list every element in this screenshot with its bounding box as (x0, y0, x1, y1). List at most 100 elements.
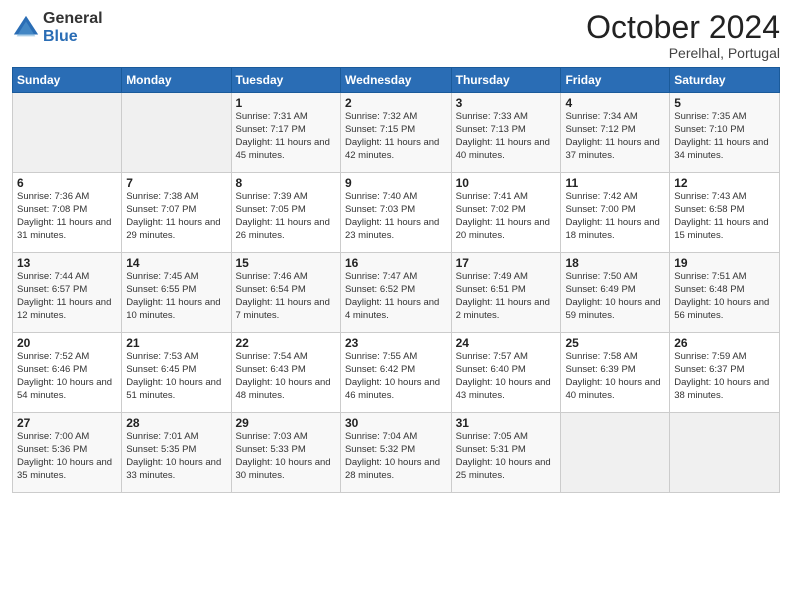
day-info: Sunrise: 7:31 AM Sunset: 7:17 PM Dayligh… (236, 111, 336, 162)
day-number: 29 (236, 416, 336, 430)
logo-blue: Blue (43, 28, 103, 46)
calendar-week-2: 6Sunrise: 7:36 AM Sunset: 7:08 PM Daylig… (13, 173, 780, 253)
day-number: 23 (345, 336, 447, 350)
day-info: Sunrise: 7:58 AM Sunset: 6:39 PM Dayligh… (565, 351, 665, 402)
calendar-week-4: 20Sunrise: 7:52 AM Sunset: 6:46 PM Dayli… (13, 333, 780, 413)
day-info: Sunrise: 7:35 AM Sunset: 7:10 PM Dayligh… (674, 111, 775, 162)
day-number: 25 (565, 336, 665, 350)
calendar-cell: 29Sunrise: 7:03 AM Sunset: 5:33 PM Dayli… (231, 413, 340, 493)
day-number: 19 (674, 256, 775, 270)
calendar-cell: 2Sunrise: 7:32 AM Sunset: 7:15 PM Daylig… (340, 93, 451, 173)
calendar-cell: 23Sunrise: 7:55 AM Sunset: 6:42 PM Dayli… (340, 333, 451, 413)
day-info: Sunrise: 7:39 AM Sunset: 7:05 PM Dayligh… (236, 191, 336, 242)
day-number: 28 (126, 416, 226, 430)
calendar-week-5: 27Sunrise: 7:00 AM Sunset: 5:36 PM Dayli… (13, 413, 780, 493)
day-number: 1 (236, 96, 336, 110)
day-info: Sunrise: 7:54 AM Sunset: 6:43 PM Dayligh… (236, 351, 336, 402)
day-info: Sunrise: 7:50 AM Sunset: 6:49 PM Dayligh… (565, 271, 665, 322)
calendar-cell (670, 413, 780, 493)
logo-general: General (43, 10, 103, 28)
day-number: 15 (236, 256, 336, 270)
day-info: Sunrise: 7:52 AM Sunset: 6:46 PM Dayligh… (17, 351, 117, 402)
day-number: 14 (126, 256, 226, 270)
calendar-header-row: Sunday Monday Tuesday Wednesday Thursday… (13, 68, 780, 93)
calendar-cell: 19Sunrise: 7:51 AM Sunset: 6:48 PM Dayli… (670, 253, 780, 333)
col-thursday: Thursday (451, 68, 561, 93)
day-number: 22 (236, 336, 336, 350)
day-number: 18 (565, 256, 665, 270)
day-info: Sunrise: 7:05 AM Sunset: 5:31 PM Dayligh… (456, 431, 557, 482)
calendar-cell: 13Sunrise: 7:44 AM Sunset: 6:57 PM Dayli… (13, 253, 122, 333)
day-info: Sunrise: 7:51 AM Sunset: 6:48 PM Dayligh… (674, 271, 775, 322)
day-info: Sunrise: 7:43 AM Sunset: 6:58 PM Dayligh… (674, 191, 775, 242)
day-info: Sunrise: 7:40 AM Sunset: 7:03 PM Dayligh… (345, 191, 447, 242)
calendar-cell: 3Sunrise: 7:33 AM Sunset: 7:13 PM Daylig… (451, 93, 561, 173)
calendar-week-1: 1Sunrise: 7:31 AM Sunset: 7:17 PM Daylig… (13, 93, 780, 173)
day-number: 12 (674, 176, 775, 190)
day-number: 26 (674, 336, 775, 350)
col-wednesday: Wednesday (340, 68, 451, 93)
calendar-cell: 14Sunrise: 7:45 AM Sunset: 6:55 PM Dayli… (122, 253, 231, 333)
logo: General Blue (12, 10, 103, 45)
calendar-cell: 18Sunrise: 7:50 AM Sunset: 6:49 PM Dayli… (561, 253, 670, 333)
day-number: 8 (236, 176, 336, 190)
calendar-cell: 12Sunrise: 7:43 AM Sunset: 6:58 PM Dayli… (670, 173, 780, 253)
col-friday: Friday (561, 68, 670, 93)
calendar-cell (122, 93, 231, 173)
col-sunday: Sunday (13, 68, 122, 93)
calendar-cell: 5Sunrise: 7:35 AM Sunset: 7:10 PM Daylig… (670, 93, 780, 173)
location: Perelhal, Portugal (586, 45, 780, 61)
day-info: Sunrise: 7:04 AM Sunset: 5:32 PM Dayligh… (345, 431, 447, 482)
day-number: 17 (456, 256, 557, 270)
day-number: 2 (345, 96, 447, 110)
day-number: 20 (17, 336, 117, 350)
day-number: 9 (345, 176, 447, 190)
day-info: Sunrise: 7:45 AM Sunset: 6:55 PM Dayligh… (126, 271, 226, 322)
calendar-cell: 17Sunrise: 7:49 AM Sunset: 6:51 PM Dayli… (451, 253, 561, 333)
calendar-cell: 15Sunrise: 7:46 AM Sunset: 6:54 PM Dayli… (231, 253, 340, 333)
day-info: Sunrise: 7:34 AM Sunset: 7:12 PM Dayligh… (565, 111, 665, 162)
day-info: Sunrise: 7:33 AM Sunset: 7:13 PM Dayligh… (456, 111, 557, 162)
day-number: 10 (456, 176, 557, 190)
calendar-cell (13, 93, 122, 173)
calendar-cell: 20Sunrise: 7:52 AM Sunset: 6:46 PM Dayli… (13, 333, 122, 413)
day-number: 11 (565, 176, 665, 190)
calendar-cell: 1Sunrise: 7:31 AM Sunset: 7:17 PM Daylig… (231, 93, 340, 173)
calendar-cell: 7Sunrise: 7:38 AM Sunset: 7:07 PM Daylig… (122, 173, 231, 253)
calendar-week-3: 13Sunrise: 7:44 AM Sunset: 6:57 PM Dayli… (13, 253, 780, 333)
day-info: Sunrise: 7:53 AM Sunset: 6:45 PM Dayligh… (126, 351, 226, 402)
day-info: Sunrise: 7:47 AM Sunset: 6:52 PM Dayligh… (345, 271, 447, 322)
day-number: 31 (456, 416, 557, 430)
day-number: 30 (345, 416, 447, 430)
day-number: 5 (674, 96, 775, 110)
calendar-cell: 30Sunrise: 7:04 AM Sunset: 5:32 PM Dayli… (340, 413, 451, 493)
calendar-cell: 11Sunrise: 7:42 AM Sunset: 7:00 PM Dayli… (561, 173, 670, 253)
day-info: Sunrise: 7:38 AM Sunset: 7:07 PM Dayligh… (126, 191, 226, 242)
calendar-cell: 28Sunrise: 7:01 AM Sunset: 5:35 PM Dayli… (122, 413, 231, 493)
day-info: Sunrise: 7:01 AM Sunset: 5:35 PM Dayligh… (126, 431, 226, 482)
calendar-cell (561, 413, 670, 493)
day-number: 21 (126, 336, 226, 350)
day-info: Sunrise: 7:36 AM Sunset: 7:08 PM Dayligh… (17, 191, 117, 242)
day-info: Sunrise: 7:57 AM Sunset: 6:40 PM Dayligh… (456, 351, 557, 402)
day-info: Sunrise: 7:59 AM Sunset: 6:37 PM Dayligh… (674, 351, 775, 402)
day-number: 4 (565, 96, 665, 110)
header: General Blue October 2024 Perelhal, Port… (12, 10, 780, 61)
day-number: 13 (17, 256, 117, 270)
day-number: 16 (345, 256, 447, 270)
day-info: Sunrise: 7:42 AM Sunset: 7:00 PM Dayligh… (565, 191, 665, 242)
calendar-cell: 10Sunrise: 7:41 AM Sunset: 7:02 PM Dayli… (451, 173, 561, 253)
day-info: Sunrise: 7:41 AM Sunset: 7:02 PM Dayligh… (456, 191, 557, 242)
col-tuesday: Tuesday (231, 68, 340, 93)
calendar-cell: 21Sunrise: 7:53 AM Sunset: 6:45 PM Dayli… (122, 333, 231, 413)
calendar-cell: 25Sunrise: 7:58 AM Sunset: 6:39 PM Dayli… (561, 333, 670, 413)
day-info: Sunrise: 7:55 AM Sunset: 6:42 PM Dayligh… (345, 351, 447, 402)
calendar-cell: 9Sunrise: 7:40 AM Sunset: 7:03 PM Daylig… (340, 173, 451, 253)
day-info: Sunrise: 7:00 AM Sunset: 5:36 PM Dayligh… (17, 431, 117, 482)
calendar-cell: 31Sunrise: 7:05 AM Sunset: 5:31 PM Dayli… (451, 413, 561, 493)
page: General Blue October 2024 Perelhal, Port… (0, 0, 792, 612)
day-number: 24 (456, 336, 557, 350)
calendar-cell: 24Sunrise: 7:57 AM Sunset: 6:40 PM Dayli… (451, 333, 561, 413)
day-info: Sunrise: 7:44 AM Sunset: 6:57 PM Dayligh… (17, 271, 117, 322)
logo-text: General Blue (43, 10, 103, 45)
